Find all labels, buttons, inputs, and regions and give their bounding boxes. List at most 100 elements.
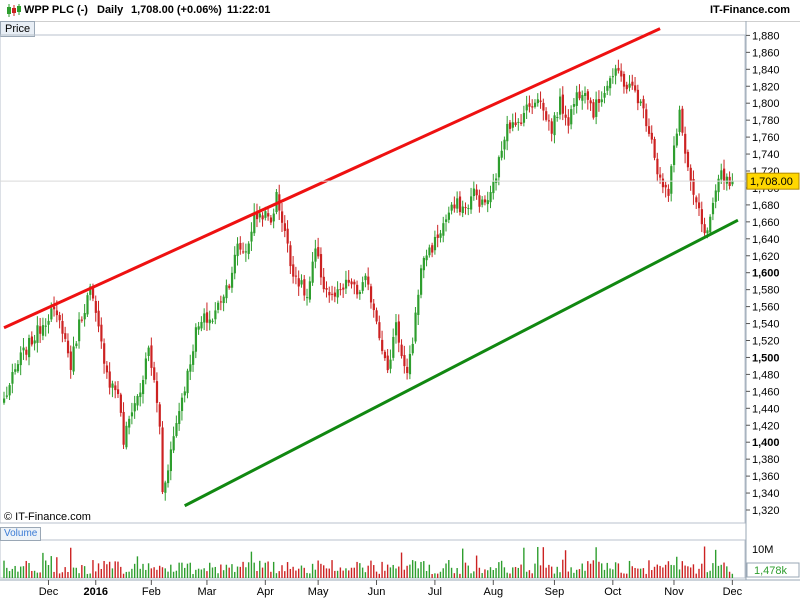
candle	[158, 402, 161, 435]
candle-body	[150, 345, 153, 368]
candle-body	[311, 261, 314, 283]
candle-body	[297, 278, 300, 287]
candle	[269, 214, 273, 226]
candle-body	[72, 346, 75, 372]
candle-body	[211, 320, 214, 322]
candle	[614, 64, 617, 85]
candle	[575, 85, 578, 114]
candle	[436, 224, 439, 248]
candle-body	[603, 92, 606, 98]
candle	[344, 270, 348, 295]
candle-body	[342, 287, 345, 290]
candle-body	[200, 321, 203, 329]
candle-body	[66, 340, 70, 354]
candle	[230, 266, 234, 293]
candle	[133, 395, 136, 419]
candle	[592, 98, 595, 120]
candle	[72, 336, 75, 375]
candle	[308, 276, 311, 303]
price-panel-tab[interactable]: Price	[0, 21, 36, 37]
candle-body	[684, 133, 687, 154]
y-tick-label: 1,540	[752, 319, 780, 331]
candle	[11, 363, 14, 394]
candle-body	[28, 337, 31, 358]
candle-body	[706, 230, 709, 234]
candle-body	[167, 470, 170, 484]
candle-body	[525, 104, 528, 111]
candle-body	[597, 99, 601, 103]
candle-body	[205, 312, 209, 323]
candle-body	[639, 101, 642, 104]
candle	[731, 173, 734, 187]
candle	[55, 300, 59, 323]
candle-body	[681, 108, 684, 133]
candle-body	[595, 99, 598, 117]
volume-panel-tab[interactable]: Volume	[0, 527, 42, 541]
candle	[342, 283, 345, 298]
candle	[378, 315, 381, 341]
candle	[39, 317, 42, 343]
candle-body	[319, 254, 323, 278]
candle-body	[178, 411, 181, 425]
x-tick-label: 2016	[83, 586, 107, 598]
candle	[681, 105, 684, 136]
x-tick-label: Dec	[39, 586, 59, 598]
candle-body	[695, 197, 698, 203]
candle-body	[283, 223, 286, 231]
candle	[728, 171, 731, 190]
candle-body	[328, 291, 331, 296]
candle	[208, 310, 211, 331]
candle-body	[128, 418, 131, 428]
candle	[144, 352, 147, 385]
x-tick-label: Feb	[142, 586, 161, 598]
x-tick-label: Jun	[368, 586, 386, 598]
candle	[69, 345, 72, 379]
candle	[645, 103, 648, 132]
candle	[517, 118, 520, 131]
candle-body	[353, 281, 356, 285]
candle-body	[539, 100, 542, 102]
candle	[550, 118, 553, 142]
candle	[392, 328, 395, 361]
candle-body	[628, 83, 631, 88]
candle	[714, 184, 717, 209]
candle-body	[292, 264, 295, 277]
candle	[525, 95, 528, 119]
candle-body	[672, 145, 676, 166]
candle	[453, 196, 456, 213]
candle	[672, 136, 676, 173]
candle-body	[631, 81, 634, 86]
candle-body	[172, 436, 175, 451]
chart-header: WPP PLC (-) Daily 1,708.00 (+0.06%) 11:2…	[0, 0, 800, 22]
candle-body	[83, 313, 86, 320]
candle-body	[22, 347, 25, 351]
candle-body	[645, 109, 648, 127]
candle	[114, 381, 117, 399]
candle	[175, 415, 178, 438]
candle	[442, 216, 445, 243]
candle-body	[411, 343, 414, 354]
y-tick-label: 1,760	[752, 132, 780, 144]
candle-body	[731, 181, 734, 185]
candle	[186, 368, 189, 399]
candle-body	[78, 319, 81, 342]
candle-body	[336, 289, 339, 298]
candle-body	[89, 286, 92, 295]
candle	[692, 170, 695, 205]
candle-body	[97, 310, 100, 327]
candle-body	[47, 320, 50, 325]
candle-body	[589, 100, 592, 104]
candle	[700, 201, 703, 233]
candle	[283, 215, 286, 238]
candle-body	[105, 365, 109, 373]
candle	[628, 75, 631, 92]
candle-body	[475, 189, 478, 196]
candle	[456, 191, 459, 213]
candle	[97, 300, 100, 333]
candle-body	[41, 325, 45, 336]
candle	[606, 80, 609, 96]
candle	[450, 202, 453, 215]
candle	[670, 164, 673, 202]
candle	[28, 334, 31, 366]
candle-body	[197, 326, 200, 330]
